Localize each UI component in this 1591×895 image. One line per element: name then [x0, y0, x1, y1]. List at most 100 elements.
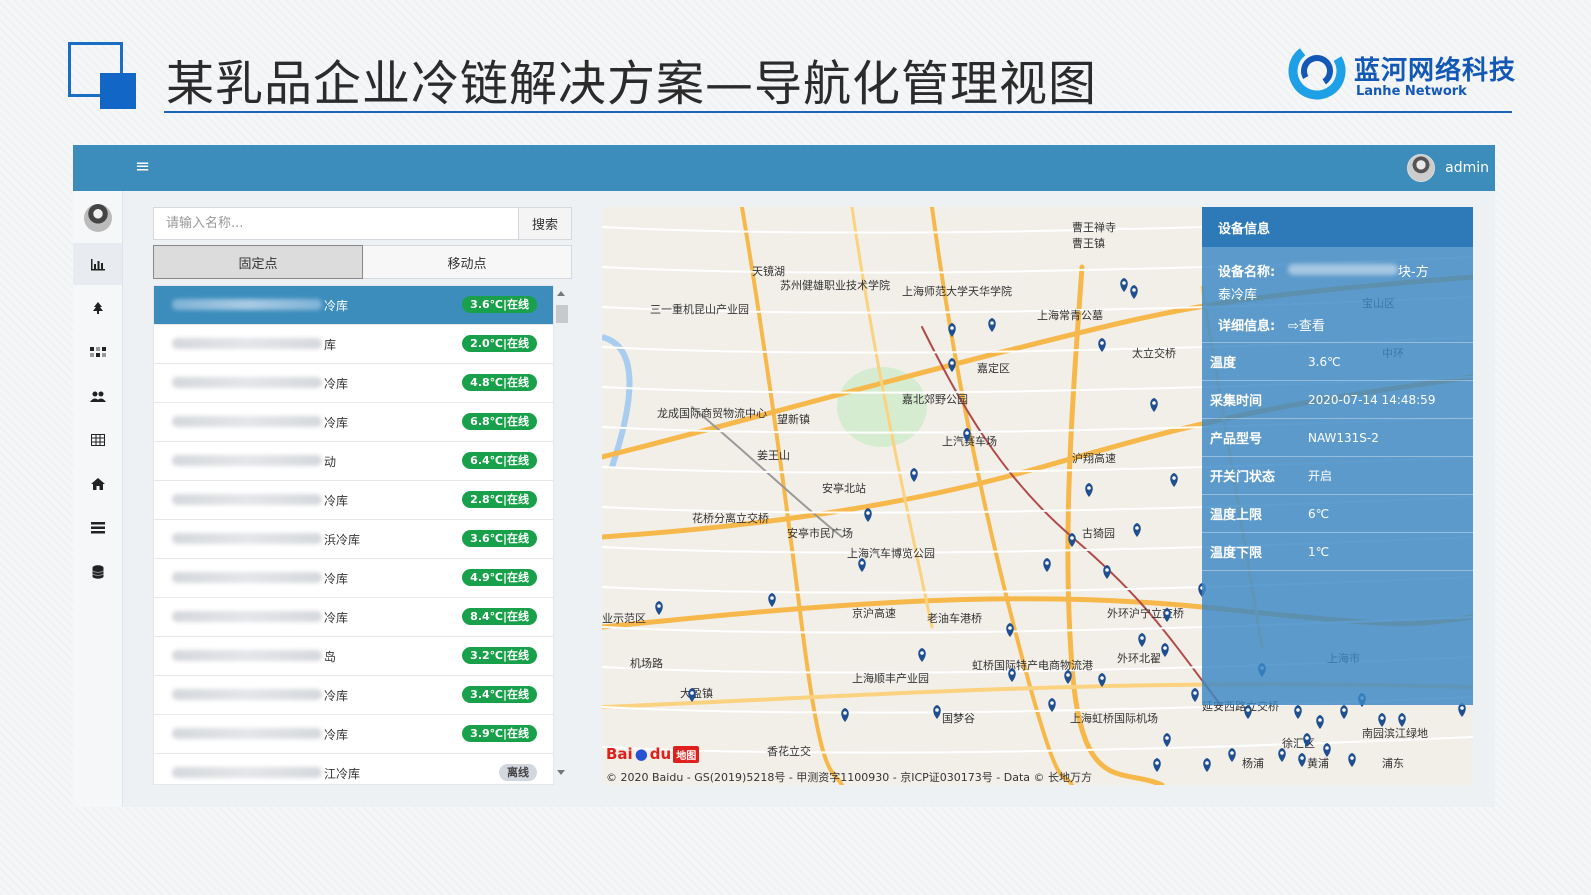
map-marker-pin-icon[interactable]: [1323, 743, 1331, 757]
road: [1065, 264, 1165, 785]
list-item[interactable]: 冷库 4.8℃|在线: [154, 364, 553, 403]
map-label: 虹桥国际特产电商物流港: [972, 658, 1093, 672]
map-marker-pin-icon[interactable]: [1085, 483, 1093, 497]
tab-fixed-points[interactable]: 固定点: [153, 245, 363, 279]
list-item[interactable]: 冷库 4.9℃|在线: [154, 559, 553, 598]
list-item[interactable]: 冷库 2.8℃|在线: [154, 481, 553, 520]
tab-mobile-points[interactable]: 移动点: [363, 245, 572, 279]
map-label: 沪翔高速: [1072, 451, 1116, 465]
map-marker-pin-icon[interactable]: [918, 648, 926, 662]
scroll-up-arrow-icon[interactable]: [557, 291, 565, 296]
map-marker-pin-icon[interactable]: [1150, 398, 1158, 412]
list-item[interactable]: 江冷库 离线: [154, 754, 553, 784]
status-badge: 4.9℃|在线: [462, 569, 537, 586]
map-label: 安亭市民广场: [787, 526, 853, 540]
map-marker-pin-icon[interactable]: [1458, 703, 1466, 717]
map-marker-pin-icon[interactable]: [1203, 758, 1211, 772]
list-item[interactable]: 冷库 3.9℃|在线: [154, 715, 553, 754]
hamburger-icon[interactable]: ≡: [135, 157, 151, 177]
list-scrollbar[interactable]: [554, 285, 570, 783]
map-marker-pin-icon[interactable]: [1298, 753, 1306, 767]
map-marker-pin-icon[interactable]: [1278, 748, 1286, 762]
map-marker-pin-icon[interactable]: [1161, 643, 1169, 657]
list-item[interactable]: 浜冷库 3.6℃|在线: [154, 520, 553, 559]
map-marker-pin-icon[interactable]: [1191, 688, 1199, 702]
map-marker-pin-icon[interactable]: [1163, 733, 1171, 747]
device-info-summary: 设备名称: 块-方 泰冷库 详细信息: ⇨查看: [1202, 247, 1473, 343]
logo-square-fill: [100, 73, 136, 109]
map-marker-pin-icon[interactable]: [1138, 633, 1146, 647]
map-view[interactable]: 天镜湖 苏州健雄职业技术学院 上海师范大学天华学院 曹王禅寺 曹王镇 三一重机昆山产业园嘉…: [602, 207, 1473, 785]
baidu-map-logo: Bai ● du 地图: [606, 743, 700, 765]
map-marker-pin-icon[interactable]: [1348, 753, 1356, 767]
map-marker-pin-icon[interactable]: [988, 318, 996, 332]
minor-road: [602, 736, 1473, 754]
sidebar-item-tree[interactable]: [73, 287, 122, 329]
redacted-name: [172, 611, 322, 622]
map-marker-pin-icon[interactable]: [1244, 705, 1252, 719]
map-marker-pin-icon[interactable]: [933, 705, 941, 719]
scroll-thumb[interactable]: [556, 305, 568, 323]
detail-label: 详细信息:: [1218, 319, 1276, 334]
list-item[interactable]: 冷库 3.6℃|在线: [154, 286, 553, 325]
list-item[interactable]: 岛 3.2℃|在线: [154, 637, 553, 676]
sidebar-item-home[interactable]: [73, 463, 122, 505]
redacted-name: [172, 494, 322, 505]
status-badge: 2.8℃|在线: [462, 491, 537, 508]
map-marker-pin-icon[interactable]: [1120, 278, 1128, 292]
status-badge: 3.6℃|在线: [462, 530, 537, 547]
map-marker-pin-icon[interactable]: [1103, 565, 1111, 579]
search-input[interactable]: [153, 207, 519, 240]
sidebar-item-chart[interactable]: [73, 243, 122, 285]
list-item[interactable]: 冷库 6.8℃|在线: [154, 403, 553, 442]
sidebar-item-database[interactable]: [73, 551, 122, 593]
map-label: 曹王禅寺: [1072, 220, 1116, 234]
sidebar-item-users[interactable]: [73, 375, 122, 417]
map-label: 古猗园: [1082, 527, 1115, 540]
map-marker-pin-icon[interactable]: [1340, 705, 1348, 719]
info-row-temperature: 温度 3.6℃: [1202, 343, 1473, 381]
user-menu[interactable]: admin: [1407, 154, 1489, 182]
info-row-door-status: 开关门状态 开启: [1202, 457, 1473, 495]
list-item[interactable]: 库 2.0℃|在线: [154, 325, 553, 364]
device-name-line2: 泰冷库: [1218, 288, 1258, 303]
view-detail-link[interactable]: ⇨查看: [1288, 315, 1325, 334]
map-marker-pin-icon[interactable]: [1228, 748, 1236, 762]
device-name: 库: [324, 338, 337, 352]
map-marker-pin-icon[interactable]: [1398, 713, 1406, 727]
map-marker-pin-icon[interactable]: [1064, 670, 1072, 684]
map-marker-pin-icon[interactable]: [768, 593, 776, 607]
sidebar-user-avatar[interactable]: [73, 197, 122, 239]
search-button[interactable]: 搜索: [519, 207, 572, 240]
sidebar-item-table[interactable]: [73, 419, 122, 461]
sidebar-item-list[interactable]: [73, 507, 122, 549]
list-item[interactable]: 冷库 8.4℃|在线: [154, 598, 553, 637]
map-marker-pin-icon[interactable]: [655, 601, 663, 615]
map-label: 浦东: [1382, 757, 1404, 770]
map-marker-pin-icon[interactable]: [1043, 558, 1051, 572]
app-window: ≡ admin 搜索: [73, 145, 1495, 807]
map-marker-pin-icon[interactable]: [864, 508, 872, 522]
map-marker-pin-icon[interactable]: [858, 558, 866, 572]
map-marker-pin-icon[interactable]: [910, 468, 918, 482]
map-marker-pin-icon[interactable]: [1170, 473, 1178, 487]
map-marker-pin-icon[interactable]: [1008, 668, 1016, 682]
map-marker-pin-icon[interactable]: [1130, 285, 1138, 299]
map-marker-pin-icon[interactable]: [948, 358, 956, 372]
map-label: 国梦谷: [942, 712, 975, 725]
map-label: 太立交桥: [1132, 346, 1176, 360]
map-marker-pin-icon[interactable]: [1294, 705, 1302, 719]
scroll-down-arrow-icon[interactable]: [557, 770, 565, 775]
map-marker-pin-icon[interactable]: [841, 708, 849, 722]
map-marker-pin-icon[interactable]: [1316, 715, 1324, 729]
redacted-name: [172, 650, 322, 661]
list-item[interactable]: 动 6.4℃|在线: [154, 442, 553, 481]
map-marker-pin-icon[interactable]: [948, 323, 956, 337]
map-marker-pin-icon[interactable]: [1133, 523, 1141, 537]
sidebar-item-grid[interactable]: [73, 331, 122, 373]
map-label: 上海师范大学天华学院: [902, 284, 1012, 298]
map-marker-pin-icon[interactable]: [1006, 623, 1014, 637]
list-item[interactable]: 冷库 3.4℃|在线: [154, 676, 553, 715]
map-marker-pin-icon[interactable]: [1153, 758, 1161, 772]
map-marker-pin-icon[interactable]: [1378, 713, 1386, 727]
